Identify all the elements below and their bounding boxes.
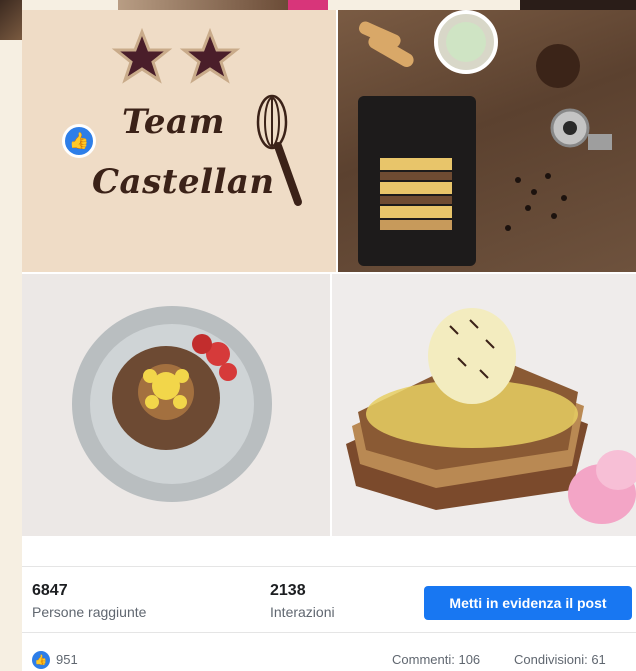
plated-dessert-photo[interactable] (22, 274, 330, 536)
divider (22, 632, 636, 633)
reactions-count[interactable]: 951 (56, 652, 78, 667)
plated-dessert-artwork (72, 306, 272, 502)
like-icon[interactable]: 👍 (32, 651, 50, 669)
layered-dessert-photo[interactable] (332, 274, 636, 536)
logo-line-team: Team (122, 102, 226, 142)
post-card: 👍 Team Castellan 6847 Persone raggiunte … (22, 10, 636, 671)
team-logo-image[interactable]: 👍 Team Castellan (22, 10, 336, 272)
ingredients-photo[interactable] (338, 10, 636, 272)
boost-post-button[interactable]: Metti in evidenza il post (424, 586, 632, 620)
interactions-value: 2138 (270, 582, 306, 599)
layered-dessert-artwork (346, 308, 636, 524)
logo-line-castellan: Castellan (92, 162, 275, 202)
reach-label: Persone raggiunte (32, 604, 147, 620)
like-icon: 👍 (62, 124, 96, 158)
interactions-label: Interazioni (270, 604, 335, 620)
comments-count-link[interactable]: Commenti: 106 (392, 652, 480, 667)
background-post-thumbnail (0, 0, 22, 40)
ingredients-artwork (358, 10, 612, 266)
star-icon (111, 27, 173, 84)
feed-viewport: 👍 Team Castellan 6847 Persone raggiunte … (0, 0, 636, 671)
star-icon (179, 27, 241, 84)
post-image-grid[interactable]: 👍 Team Castellan (22, 10, 636, 536)
shares-count-link[interactable]: Condivisioni: 61 (514, 652, 606, 667)
reach-value: 6847 (32, 582, 68, 599)
divider (22, 566, 636, 567)
